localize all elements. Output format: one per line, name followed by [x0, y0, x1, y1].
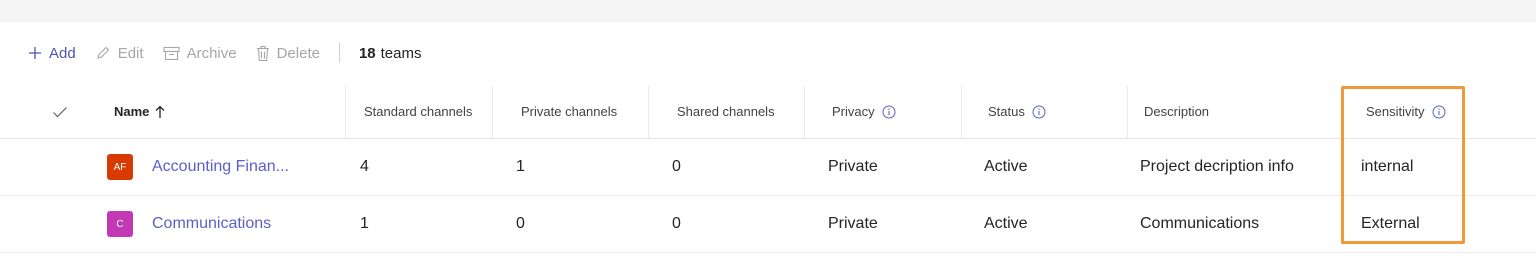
team-name-cell: AF Accounting Finan... — [107, 139, 289, 195]
edit-label: Edit — [117, 44, 144, 62]
sensitivity-value: External — [1361, 215, 1420, 232]
column-status-label: Status — [988, 104, 1025, 119]
team-name-link[interactable]: Accounting Finan... — [152, 158, 289, 176]
archive-icon — [163, 46, 180, 60]
column-privacy-label: Privacy — [832, 104, 875, 119]
private-channels-value: 0 — [516, 215, 525, 232]
column-header-description[interactable]: Description — [1127, 85, 1334, 138]
delete-button[interactable]: Delete — [256, 45, 320, 62]
select-all-checkmark[interactable] — [52, 85, 92, 138]
sort-ascending-icon — [155, 105, 165, 118]
status-value: Active — [984, 158, 1028, 175]
team-count: 18 teams — [359, 45, 422, 62]
column-header-standard-channels[interactable]: Standard channels — [345, 85, 494, 138]
toolbar: Add Edit Archive Delete 18 teams — [28, 42, 422, 64]
trash-icon — [256, 45, 269, 61]
pencil-icon — [96, 46, 109, 59]
info-icon[interactable] — [882, 105, 896, 119]
standard-channels-value: 1 — [360, 215, 369, 232]
column-private-channels-label: Private channels — [521, 104, 618, 119]
archive-label: Archive — [186, 44, 237, 62]
info-icon[interactable] — [1432, 105, 1446, 119]
plus-icon — [29, 47, 41, 59]
column-header-status[interactable]: Status — [961, 85, 1136, 138]
team-count-label: teams — [380, 44, 422, 62]
description-value: Communications — [1140, 215, 1260, 232]
description-value: Project decription info — [1140, 158, 1294, 175]
column-sensitivity-label: Sensitivity — [1366, 104, 1425, 119]
table-header: Name Standard channels Private channels … — [0, 85, 1536, 139]
team-avatar: C — [107, 211, 133, 237]
column-header-private-channels[interactable]: Private channels — [492, 85, 659, 138]
team-name-link[interactable]: Communications — [152, 215, 271, 233]
column-standard-channels-label: Standard channels — [364, 104, 473, 119]
status-value: Active — [984, 215, 1028, 232]
privacy-value: Private — [828, 215, 878, 232]
table-row[interactable]: AF Accounting Finan... 4 1 0 Private Act… — [0, 139, 1536, 196]
column-shared-channels-label: Shared channels — [677, 104, 775, 119]
column-header-name[interactable]: Name — [114, 85, 344, 138]
column-header-sensitivity[interactable]: Sensitivity — [1343, 85, 1486, 138]
add-label: Add — [49, 44, 76, 62]
column-description-label: Description — [1144, 104, 1210, 119]
edit-button[interactable]: Edit — [95, 45, 144, 62]
checkmark-icon — [53, 106, 67, 117]
column-header-privacy[interactable]: Privacy — [804, 85, 972, 138]
info-icon[interactable] — [1032, 105, 1046, 119]
team-count-number: 18 — [358, 44, 376, 62]
table-row[interactable]: C Communications 1 0 0 Private Active Co… — [0, 196, 1536, 253]
standard-channels-value: 4 — [360, 158, 369, 175]
archive-button[interactable]: Archive — [163, 45, 237, 62]
shared-channels-value: 0 — [672, 215, 681, 232]
delete-label: Delete — [276, 44, 320, 62]
add-button[interactable]: Add — [28, 45, 76, 62]
sensitivity-value: internal — [1361, 158, 1414, 175]
column-header-shared-channels[interactable]: Shared channels — [648, 85, 816, 138]
privacy-value: Private — [828, 158, 878, 175]
column-name-label: Name — [114, 104, 150, 119]
team-avatar: AF — [107, 154, 133, 180]
toolbar-divider — [338, 43, 340, 63]
private-channels-value: 1 — [516, 158, 525, 175]
team-name-cell: C Communications — [107, 196, 271, 252]
shared-channels-value: 0 — [672, 158, 681, 175]
